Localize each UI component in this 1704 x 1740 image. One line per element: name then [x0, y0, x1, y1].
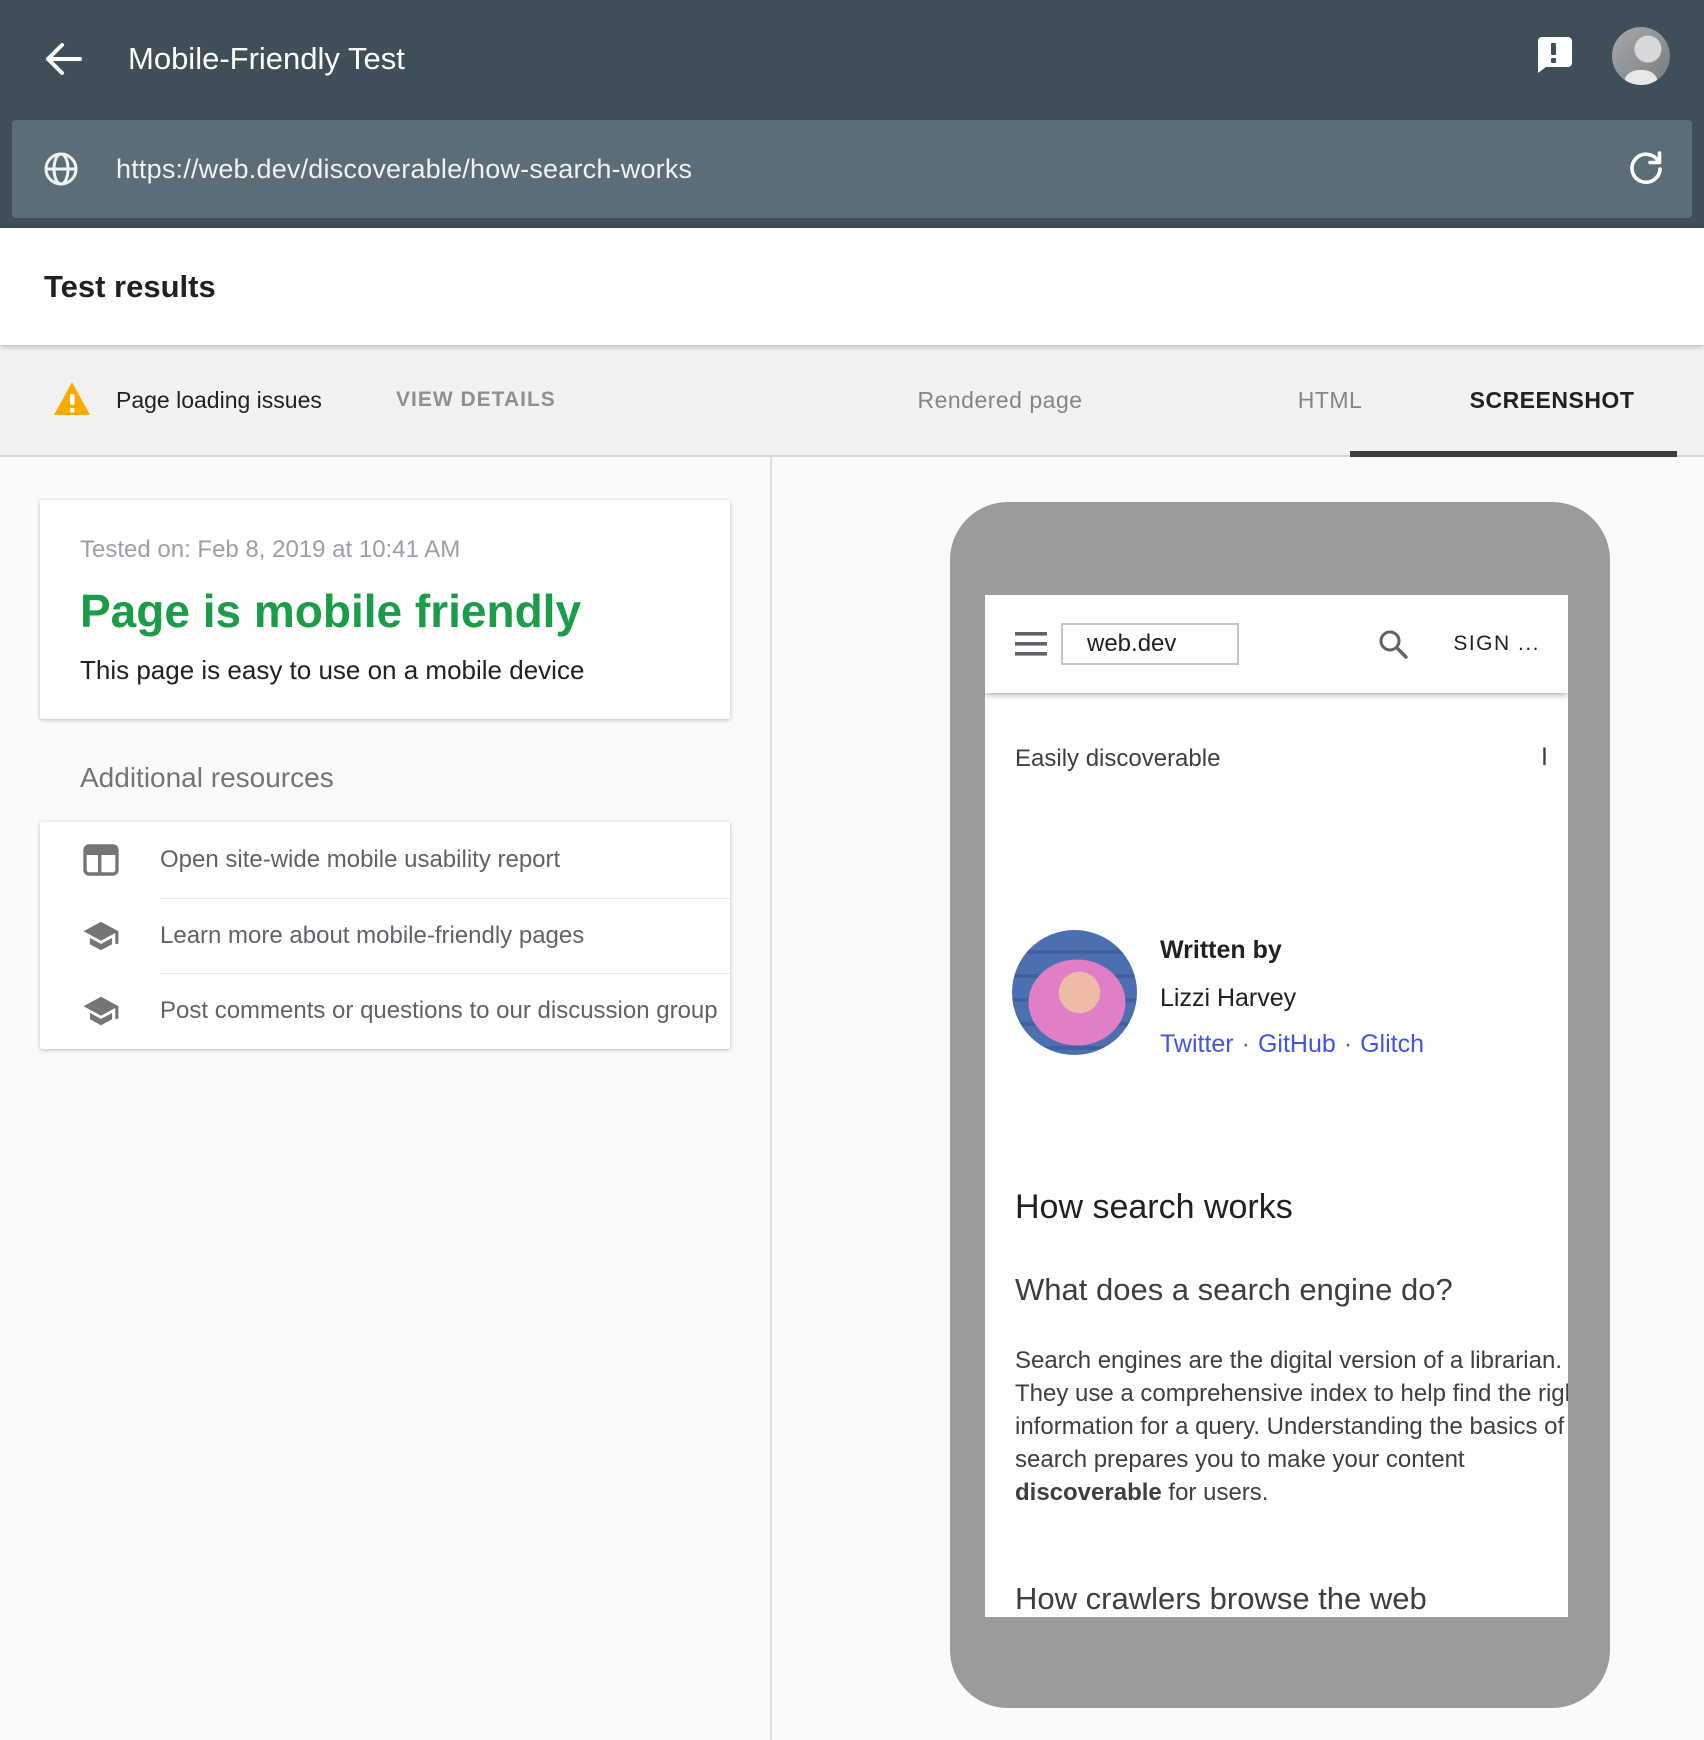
app-title: Mobile-Friendly Test	[128, 0, 405, 118]
tab-rendered-page[interactable]: Rendered page	[860, 345, 1140, 455]
breadcrumb: Easily discoverable	[1015, 745, 1220, 773]
resource-item-learn-more[interactable]: Learn more about mobile-friendly pages	[40, 898, 730, 974]
back-arrow-icon[interactable]	[40, 36, 86, 82]
screenshot-page-body: Easily discoverable I Written by Lizzi H…	[985, 693, 1568, 1617]
tab-screenshot[interactable]: SCREENSHOT	[1442, 345, 1662, 455]
app-bar: Mobile-Friendly Test https://web.dev/dis…	[0, 0, 1704, 228]
usability-report-icon	[82, 841, 120, 879]
link-separator: ·	[1242, 1030, 1250, 1058]
user-avatar[interactable]	[1612, 27, 1670, 85]
resource-item-label: Open site-wide mobile usability report	[160, 846, 560, 874]
phone-screen: web.dev SIGN ... Easily discoverable I W…	[985, 595, 1568, 1617]
paragraph-line-rest: for users.	[1162, 1479, 1269, 1506]
author-avatar	[1012, 930, 1137, 1055]
written-by-label: Written by	[1160, 936, 1282, 965]
resource-item-discussion-group[interactable]: Post comments or questions to our discus…	[40, 973, 730, 1049]
site-search-box: web.dev	[1061, 623, 1239, 665]
url-text[interactable]: https://web.dev/discoverable/how-search-…	[116, 154, 692, 185]
page-loading-issues-label: Page loading issues	[116, 345, 322, 455]
active-tab-underline	[1350, 451, 1677, 457]
bold-keyword: discoverable	[1015, 1479, 1162, 1506]
section-paragraph: Search engines are the digital version o…	[1015, 1344, 1568, 1509]
tested-on-timestamp: Tested on: Feb 8, 2019 at 10:41 AM	[80, 536, 690, 564]
phone-mockup: web.dev SIGN ... Easily discoverable I W…	[950, 502, 1610, 1708]
paragraph-line: discoverable for users.	[1015, 1476, 1568, 1509]
twitter-link: Twitter	[1160, 1030, 1234, 1058]
globe-icon	[42, 150, 80, 188]
resource-item-label: Post comments or questions to our discus…	[160, 997, 718, 1025]
paragraph-line: Search engines are the digital version o…	[1015, 1344, 1568, 1377]
row-divider	[160, 973, 730, 974]
tab-html[interactable]: HTML	[1240, 345, 1420, 455]
paragraph-line: information for a query. Understanding t…	[1015, 1410, 1568, 1443]
view-details-button[interactable]: VIEW DETAILS	[396, 345, 556, 455]
search-icon	[1377, 628, 1409, 660]
section-heading: How crawlers browse the web	[1015, 1581, 1427, 1617]
additional-resources-heading: Additional resources	[80, 762, 334, 794]
learn-icon	[82, 917, 120, 955]
verdict-heading: Page is mobile friendly	[80, 584, 690, 638]
page-title: Test results	[44, 228, 216, 345]
article-title: How search works	[1015, 1188, 1293, 1227]
warning-icon	[52, 379, 92, 419]
discussion-icon	[82, 992, 120, 1030]
result-card: Tested on: Feb 8, 2019 at 10:41 AM Page …	[40, 500, 730, 719]
verdict-detail: This page is easy to use on a mobile dev…	[80, 655, 690, 686]
row-divider	[160, 898, 730, 899]
resource-item-usability-report[interactable]: Open site-wide mobile usability report	[40, 822, 730, 898]
breadcrumb-right-mark: I	[1541, 743, 1548, 772]
link-separator: ·	[1344, 1030, 1352, 1058]
status-tab-band: Page loading issues VIEW DETAILS Rendere…	[0, 345, 1704, 457]
url-bar[interactable]: https://web.dev/discoverable/how-search-…	[12, 120, 1692, 218]
site-name: web.dev	[1087, 630, 1176, 658]
resources-card: Open site-wide mobile usability report L…	[40, 822, 730, 1049]
author-links: Twitter · GitHub · Glitch	[1160, 1030, 1424, 1059]
glitch-link: Glitch	[1360, 1030, 1424, 1058]
mobile-friendly-test-app: Mobile-Friendly Test https://web.dev/dis…	[0, 0, 1704, 1740]
refresh-icon[interactable]	[1626, 149, 1666, 189]
paragraph-line: search prepares you to make your content	[1015, 1443, 1568, 1476]
resource-item-label: Learn more about mobile-friendly pages	[160, 922, 584, 950]
sign-in-label: SIGN ...	[1453, 632, 1540, 656]
paragraph-line: They use a comprehensive index to help f…	[1015, 1377, 1568, 1410]
screenshot-browser-header: web.dev SIGN ...	[985, 595, 1568, 693]
github-link: GitHub	[1258, 1030, 1336, 1058]
panel-divider	[770, 345, 772, 1740]
feedback-icon[interactable]	[1532, 33, 1574, 75]
results-header: Test results	[0, 228, 1704, 345]
section-heading: What does a search engine do?	[1015, 1272, 1453, 1308]
author-name: Lizzi Harvey	[1160, 984, 1296, 1013]
hamburger-menu-icon	[1015, 631, 1047, 657]
